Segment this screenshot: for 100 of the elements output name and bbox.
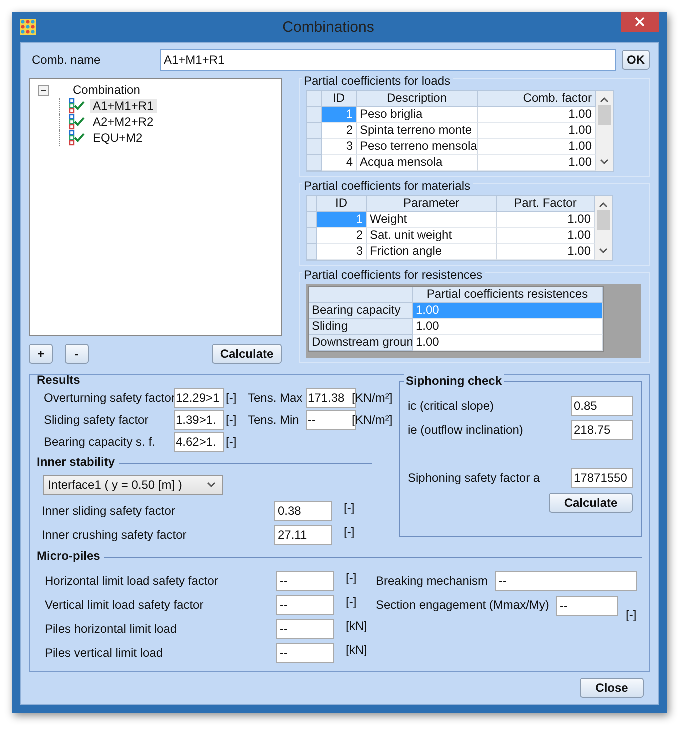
tree-item[interactable]: A2+M2+R2 <box>90 115 157 129</box>
table-cell: Peso briglia <box>357 107 478 123</box>
scrollbar[interactable] <box>596 91 613 171</box>
field-label: Piles horizontal limit load <box>45 622 178 636</box>
row-header[interactable] <box>307 139 322 155</box>
row-header[interactable] <box>307 155 322 171</box>
column-header[interactable]: Comb. factor <box>478 91 596 107</box>
interface-dropdown[interactable]: Interface1 ( y = 0.50 [m] ) <box>43 475 223 495</box>
remove-button[interactable]: - <box>65 344 89 364</box>
scroll-up-icon[interactable] <box>600 97 609 103</box>
column-header[interactable]: Description <box>357 91 478 107</box>
field-label: ic (critical slope) <box>408 399 494 413</box>
unit-label: [-] <box>343 500 356 515</box>
column-header[interactable]: Part. Factor <box>497 196 595 212</box>
unit-label: [-] <box>625 607 637 622</box>
row-header[interactable] <box>307 244 317 260</box>
unit-label: [-] <box>343 524 356 539</box>
unit-label: [-] <box>226 413 238 427</box>
group-title: Partial coefficients for resistences <box>302 268 485 282</box>
field-label: Vertical limit load safety factor <box>45 598 205 612</box>
section-title: Inner stability <box>37 455 116 469</box>
tree-root-label[interactable]: Combination <box>73 83 140 97</box>
unit-label: [-] <box>226 435 238 449</box>
group-title: Siphoning check <box>404 374 504 388</box>
tree-item[interactable]: EQU+M2 <box>90 131 146 145</box>
value-field[interactable]: -- <box>556 596 618 616</box>
field-label: Section engagement (Mmax/My) <box>376 597 550 612</box>
field-label: Piles vertical limit load <box>45 646 164 660</box>
table-cell[interactable]: 2 <box>322 123 357 139</box>
field-label: Siphoning safety factor a <box>408 471 540 485</box>
window-title: Combinations <box>282 18 376 36</box>
field-label: Tens. Min <box>248 413 300 427</box>
scrollbar[interactable] <box>595 196 612 260</box>
ok-button[interactable]: OK <box>622 50 650 70</box>
value-field[interactable]: 4.62>1. <box>174 432 224 452</box>
unit-label: [-] <box>345 594 358 609</box>
close-button[interactable]: Close <box>580 678 644 698</box>
value-field[interactable]: 1.39>1. <box>174 410 224 430</box>
table-cell[interactable]: 2 <box>317 228 367 244</box>
field-label: Tens. Max <box>248 391 304 405</box>
row-header[interactable] <box>307 212 317 228</box>
unit-label: [kN] <box>345 642 368 657</box>
table-cell[interactable]: 3 <box>317 244 367 260</box>
app-grid-icon <box>20 19 36 35</box>
scroll-thumb[interactable] <box>597 210 610 230</box>
field-label: Bearing capacity s. f. <box>44 435 156 449</box>
close-icon <box>635 17 645 27</box>
tree-item[interactable]: A1+M1+R1 <box>90 99 157 113</box>
value-field[interactable]: -- <box>276 619 334 639</box>
comb-name-label: Comb. name <box>31 53 102 67</box>
comb-name-field[interactable]: A1+M1+R1 <box>160 49 616 71</box>
value-field[interactable]: 17871550 <box>571 468 633 488</box>
table-cell[interactable]: 1.00 <box>413 335 603 351</box>
calculate-button[interactable]: Calculate <box>212 344 282 364</box>
table-cell: Friction angle <box>367 244 497 260</box>
group-title: Partial coefficients for loads <box>302 74 453 88</box>
calculate-button[interactable]: Calculate <box>549 493 633 513</box>
row-header[interactable] <box>307 228 317 244</box>
add-button[interactable]: + <box>29 344 53 364</box>
field-label: ie (outflow inclination) <box>408 423 524 437</box>
unit-label: [-] <box>226 391 238 405</box>
value-field[interactable]: -- <box>276 643 334 663</box>
value-field[interactable]: -- <box>495 571 637 591</box>
table-cell: Weight <box>367 212 497 228</box>
value-field[interactable]: 12.29>1 <box>174 388 224 408</box>
unit-label: [-] <box>345 570 358 585</box>
field-label: Sliding safety factor <box>44 413 150 427</box>
table-cell[interactable]: 4 <box>322 155 357 171</box>
table-cell[interactable]: 1.00 <box>413 319 603 335</box>
scroll-thumb[interactable] <box>598 105 611 125</box>
close-button[interactable] <box>621 12 659 32</box>
row-header[interactable]: Sliding <box>309 319 413 335</box>
value-field[interactable]: -- <box>276 571 334 591</box>
field-label: Horizontal limit load safety factor <box>45 574 220 588</box>
field-label: Inner sliding safety factor <box>42 504 176 518</box>
section-title: Micro-piles <box>37 549 100 563</box>
scroll-down-icon[interactable] <box>599 248 608 254</box>
column-header[interactable]: ID <box>322 91 357 107</box>
scroll-down-icon[interactable] <box>600 159 609 165</box>
column-header[interactable]: Partial coefficients resistences <box>413 287 603 303</box>
value-field[interactable]: -- <box>276 595 334 615</box>
table-cell: Acqua mensola <box>357 155 478 171</box>
value-field[interactable]: 0.38 <box>274 501 332 521</box>
row-header[interactable] <box>307 123 322 139</box>
column-header[interactable]: ID <box>317 196 367 212</box>
table-cell[interactable]: 3 <box>322 139 357 155</box>
row-header[interactable]: Bearing capacity <box>309 303 413 319</box>
scroll-up-icon[interactable] <box>599 202 608 208</box>
column-header[interactable]: Parameter <box>367 196 497 212</box>
group-title: Partial coefficients for materials <box>302 179 473 193</box>
value-field[interactable]: 218.75 <box>571 420 633 440</box>
field-label: Inner crushing safety factor <box>42 528 188 542</box>
field-label: Breaking mechanism <box>376 574 490 588</box>
value-field[interactable]: 27.11 <box>274 525 332 545</box>
section-title: Results <box>37 373 82 387</box>
collapse-icon[interactable] <box>38 84 49 96</box>
value-field[interactable]: 0.85 <box>571 396 633 416</box>
table-cell: Sat. unit weight <box>367 228 497 244</box>
table-cell: Peso terreno mensola <box>357 139 478 155</box>
row-header[interactable] <box>307 107 322 123</box>
